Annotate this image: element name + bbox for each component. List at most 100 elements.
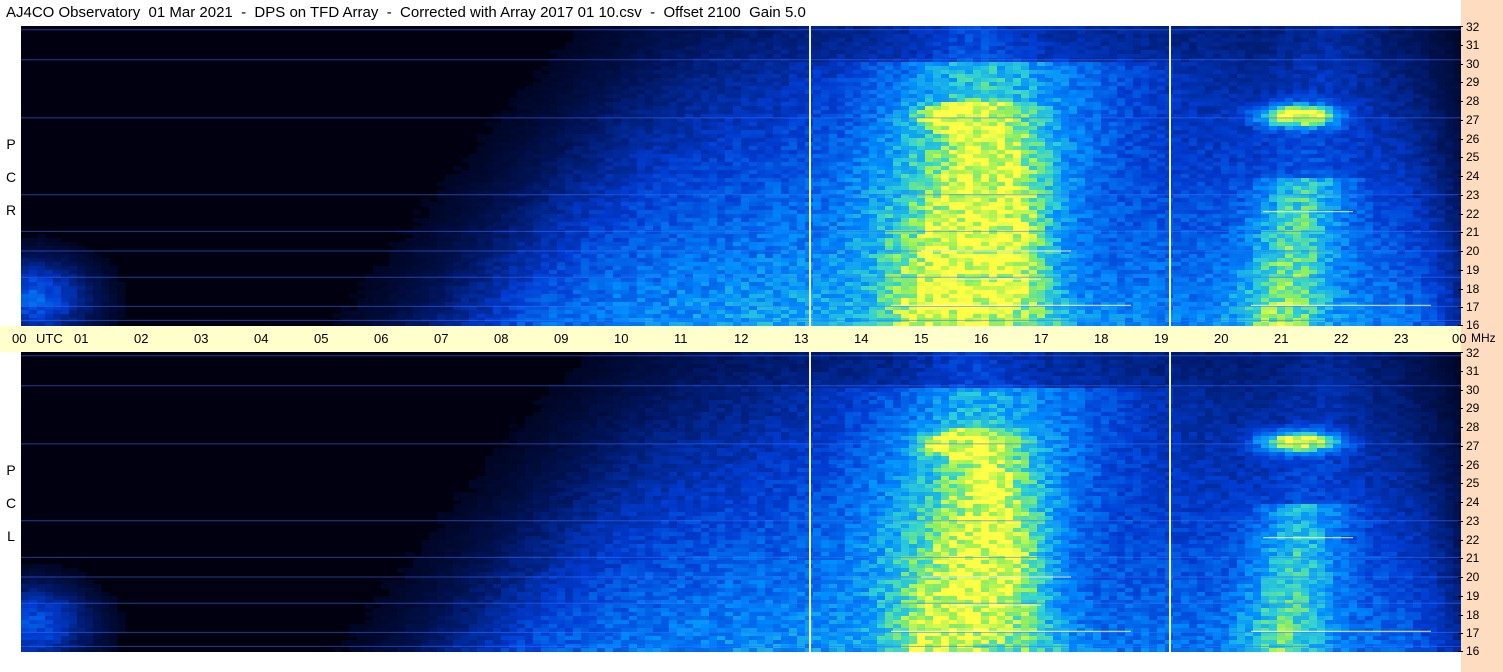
spectrogram-cell: [1189, 58, 1198, 63]
spectrogram-cell: [1333, 38, 1342, 43]
spectrogram-cell: [709, 130, 718, 135]
spectrogram-cell: [853, 166, 862, 171]
spectrogram-cell: [1133, 178, 1142, 183]
spectrogram-cell: [1117, 38, 1126, 43]
spectrogram-cell: [1413, 66, 1422, 71]
spectrogram-cell: [1349, 162, 1358, 167]
spectrogram-cell: [1341, 158, 1350, 163]
spectrogram-cell: [1309, 146, 1318, 151]
spectrogram-cell: [933, 62, 942, 67]
spectrogram-cell: [501, 162, 510, 167]
spectrogram-cell: [645, 158, 654, 163]
spectrogram-cell: [813, 138, 822, 143]
spectrogram-cell: [1093, 106, 1102, 111]
spectrogram-cell: [557, 146, 566, 151]
spectrogram-cell: [1253, 166, 1262, 171]
spectrogram-cell: [1053, 190, 1062, 195]
spectrogram-cell: [981, 38, 990, 43]
spectrogram-cell: [733, 162, 742, 167]
spectrogram-cell: [1317, 94, 1326, 99]
spectrogram-cell: [1109, 106, 1118, 111]
spectrogram-cell: [1093, 90, 1102, 95]
spectrogram-cell: [765, 86, 774, 91]
spectrogram-cell: [1197, 110, 1206, 115]
spectrogram-cell: [1077, 126, 1086, 131]
spectrogram-cell: [1453, 150, 1461, 155]
spectrogram-cell: [1453, 54, 1461, 59]
spectrogram-cell: [861, 34, 870, 39]
spectrogram-cell: [1013, 66, 1022, 71]
spectrogram-cell: [1077, 170, 1086, 175]
spectrogram-cell: [1189, 186, 1198, 191]
spectrogram-cell: [765, 190, 774, 195]
spectrogram-cell: [661, 126, 670, 131]
spectrogram-cell: [869, 74, 878, 79]
spectrogram-cell: [949, 162, 958, 167]
spectrogram-cell: [1197, 98, 1206, 103]
spectrogram-cell: [1085, 138, 1094, 143]
spectrogram-cell: [1093, 170, 1102, 175]
spectrogram-cell: [597, 50, 606, 55]
spectrogram-cell: [629, 46, 638, 51]
spectrogram-cell: [701, 178, 710, 183]
spectrogram-cell: [957, 78, 966, 83]
spectrogram-cell: [1005, 142, 1014, 147]
spectrogram-cell: [1317, 122, 1326, 127]
spectrogram-cell: [861, 70, 870, 75]
spectrogram-cell: [701, 130, 710, 135]
spectrogram-cell: [1285, 78, 1294, 83]
spectrogram-cell: [853, 182, 862, 187]
spectrogram-cell: [629, 134, 638, 139]
spectrogram-cell: [597, 138, 606, 143]
spectrogram-cell: [1141, 86, 1150, 91]
spectrogram-cell: [693, 122, 702, 127]
spectrogram-cell: [981, 58, 990, 63]
spectrogram-cell: [1173, 38, 1182, 43]
spectrogram-cell: [1429, 122, 1438, 127]
spectrogram-cell: [917, 66, 926, 71]
spectrogram-cell: [1013, 118, 1022, 123]
spectrogram-cell: [1109, 130, 1118, 135]
spectrogram-cell: [1333, 110, 1342, 115]
spectrogram-cell: [557, 118, 566, 123]
spectrogram-cell: [645, 154, 654, 159]
spectrogram-cell: [1325, 42, 1334, 47]
spectrogram-cell: [1141, 58, 1150, 63]
spectrogram-cell: [1141, 190, 1150, 195]
spectrogram-cell: [1029, 110, 1038, 115]
spectrogram-cell: [1389, 94, 1398, 99]
spectrogram-cell: [1005, 150, 1014, 155]
spectrogram-cell: [1325, 86, 1334, 91]
spectrogram-cell: [1453, 66, 1461, 71]
spectrogram-cell: [1125, 94, 1134, 99]
spectrogram-cell: [893, 86, 902, 91]
spectrogram-cell: [925, 158, 934, 163]
spectrogram-cell: [645, 58, 654, 63]
spectrogram-cell: [533, 106, 542, 111]
spectrogram-cell: [1333, 118, 1342, 123]
spectrogram-cell: [917, 134, 926, 139]
spectrogram-cell: [837, 74, 846, 79]
spectrogram-cell: [1285, 134, 1294, 139]
spectrogram-cell: [997, 178, 1006, 183]
spectrogram-cell: [1197, 70, 1206, 75]
spectrogram-cell: [1021, 30, 1030, 35]
spectrogram-cell: [749, 110, 758, 115]
spectrogram-cell: [725, 146, 734, 151]
spectrogram-cell: [1285, 126, 1294, 131]
spectrogram-cell: [469, 174, 478, 179]
spectrogram-cell: [1349, 86, 1358, 91]
spectrogram-cell: [781, 158, 790, 163]
spectrogram-cell: [1333, 122, 1342, 127]
spectrogram-cell: [669, 34, 678, 39]
spectrogram-cell: [869, 94, 878, 99]
spectrogram-cell: [1173, 170, 1182, 175]
spectrogram-cell: [693, 166, 702, 171]
spectrogram-cell: [637, 126, 646, 131]
spectrogram-cell: [1085, 54, 1094, 59]
spectrogram-cell: [637, 190, 646, 195]
spectrogram-cell: [1173, 34, 1182, 39]
spectrogram-cell: [797, 126, 806, 131]
spectrogram-cell: [989, 126, 998, 131]
spectrogram-cell: [1229, 86, 1238, 91]
